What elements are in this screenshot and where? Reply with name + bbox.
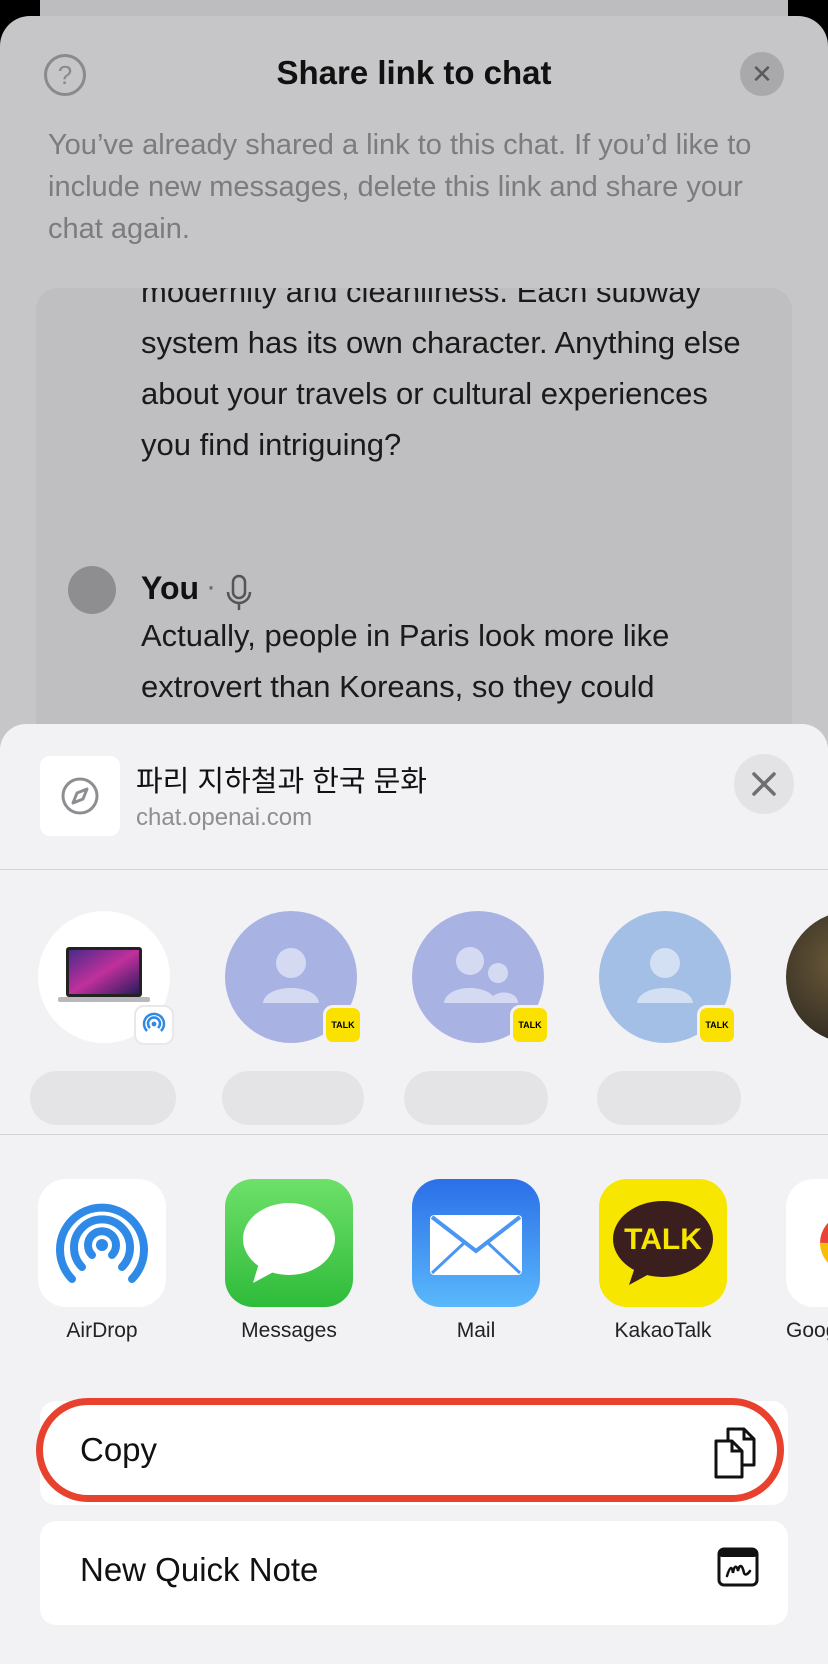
link-title: 파리 지하철과 한국 문화 (136, 766, 427, 798)
app-kakaotalk[interactable]: TALK KakaoTalk (599, 1179, 727, 1343)
app-label: AirDrop (66, 1319, 138, 1342)
person-group[interactable]: TALK (412, 911, 550, 1045)
microphone-icon (226, 574, 252, 610)
airdrop-icon (142, 1012, 166, 1032)
app-label: Messages (241, 1319, 337, 1342)
share-sheet: 파리 지하철과 한국 문화 chat.openai.com TALK TALK … (0, 724, 828, 1664)
close-icon (752, 772, 776, 796)
contact-avatar: TALK (599, 911, 737, 1045)
app-label: Goog (786, 1319, 828, 1342)
copy-action[interactable]: Copy (40, 1401, 788, 1505)
people-suggestions: TALK TALK TALK (0, 869, 828, 1139)
person-airdrop-macbook[interactable] (38, 911, 174, 1045)
user-author-name: You (141, 570, 200, 606)
new-quick-note-action[interactable]: New Quick Note (40, 1521, 788, 1625)
compass-icon (61, 777, 99, 815)
kakaotalk-badge: TALK (323, 1005, 363, 1045)
kakaotalk-icon: TALK (599, 1179, 727, 1307)
group-avatar: TALK (412, 911, 550, 1045)
app-mail[interactable]: Mail (412, 1179, 540, 1343)
chat-preview: modernity and cleanliness. Each subway s… (36, 288, 792, 768)
quick-note-label: New Quick Note (80, 1551, 319, 1588)
modal-close-button[interactable]: ✕ (740, 52, 784, 96)
app-label: Mail (456, 1319, 496, 1342)
person-contact[interactable]: TALK (225, 911, 363, 1045)
person-name-placeholder (222, 1071, 364, 1125)
app-label: KakaoTalk (614, 1319, 712, 1342)
link-thumbnail (40, 756, 120, 836)
person-name-placeholder (404, 1071, 548, 1125)
share-close-button[interactable] (734, 754, 794, 814)
airdrop-badge (134, 1005, 174, 1045)
copy-icon (714, 1427, 756, 1479)
messages-icon (225, 1179, 353, 1307)
assistant-message-text: subway system has its own character. Any… (141, 288, 741, 462)
kakaotalk-badge: TALK (697, 1005, 737, 1045)
modal-description: You’ve already shared a link to this cha… (48, 129, 752, 245)
link-url: chat.openai.com (136, 804, 313, 831)
author-separator: · (206, 570, 216, 603)
assistant-message: modernity and cleanliness. Each subway s… (141, 288, 761, 470)
app-airdrop[interactable]: AirDrop (38, 1179, 166, 1343)
kakaotalk-badge: TALK (510, 1005, 550, 1045)
assistant-message-cut-line: modernity and cleanliness. Each (141, 288, 588, 309)
person-name-placeholder (597, 1071, 741, 1125)
person-name-placeholder (30, 1071, 176, 1125)
app-google[interactable]: Goog (786, 1179, 828, 1343)
quick-note-icon (717, 1547, 759, 1587)
user-message-text: Actually, people in Paris look more like… (141, 618, 670, 704)
person-photo[interactable] (786, 911, 828, 1043)
link-header: 파리 지하철과 한국 문화 chat.openai.com (0, 724, 828, 869)
divider (0, 1134, 828, 1135)
modal-title: Share link to chat (276, 54, 552, 91)
copy-label: Copy (80, 1431, 158, 1468)
person-contact[interactable]: TALK (599, 911, 737, 1045)
apps-row: AirDrop Messages Mail TALK KakaoTalk Goo (0, 1141, 828, 1391)
user-avatar (68, 566, 116, 614)
kakaotalk-icon-text: TALK (624, 1223, 702, 1256)
app-messages[interactable]: Messages (225, 1179, 353, 1343)
google-icon (786, 1179, 828, 1307)
macbook-avatar (38, 911, 174, 1045)
airdrop-icon (38, 1179, 166, 1307)
photo-avatar (786, 911, 828, 1043)
mail-icon (412, 1179, 540, 1307)
contact-avatar: TALK (225, 911, 363, 1045)
